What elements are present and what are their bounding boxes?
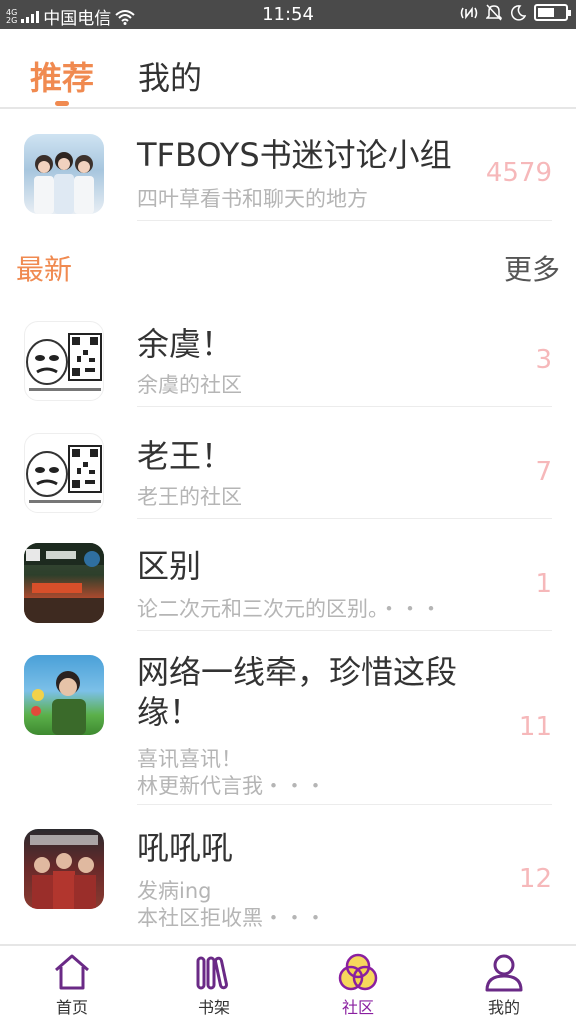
battery-fill: [538, 8, 554, 17]
portrait-photo-image: [31, 671, 86, 735]
community-description: 老王的社区: [137, 485, 242, 509]
bookshelf-icon: [196, 956, 228, 990]
nav-item-bookshelf[interactable]: 书架: [174, 952, 254, 1024]
battery-icon: [534, 4, 571, 21]
featured-community[interactable]: TFBOYS书迷讨论小组 四叶草看书和聊天的地方 4579: [0, 110, 576, 230]
status-bar: 4G 2G 中国电信 11:54: [0, 0, 576, 29]
nav-label: 首页: [55, 998, 88, 1017]
row-divider: [137, 630, 552, 631]
community-count: 1: [535, 569, 552, 599]
community-count: 12: [518, 864, 552, 894]
profile-icon: [485, 954, 523, 992]
community-avatar: [24, 433, 104, 513]
community-avatar: [24, 829, 104, 909]
nav-item-community[interactable]: 社区: [318, 952, 398, 1024]
community-item[interactable]: 网络一线牵，珍惜这段 缘！ 喜讯喜讯！ 林更新代言我・・・ 11: [0, 646, 576, 806]
nav-label: 社区: [341, 998, 374, 1017]
community-count: 11: [518, 712, 552, 742]
community-title: 区别: [137, 547, 202, 585]
community-item[interactable]: 吼吼吼 发病ing 本社区拒收黑・・・ 12: [0, 820, 576, 938]
community-description: 余虞的社区: [137, 373, 242, 397]
team-photo-image: [30, 835, 98, 909]
group-photo-image: [34, 152, 94, 214]
latest-section-header: 最新 更多: [0, 248, 576, 288]
nav-label: 书架: [197, 998, 230, 1017]
status-right: [460, 4, 571, 21]
featured-title: TFBOYS书迷讨论小组: [137, 136, 452, 174]
community-count: 3: [535, 345, 552, 375]
row-divider: [137, 406, 552, 407]
bottom-nav: 首页 书架 社区 我的: [0, 944, 576, 1024]
meme-qr-image: [26, 333, 102, 391]
community-title: 网络一线牵，珍惜这段 缘！: [137, 653, 458, 731]
nav-label: 我的: [487, 998, 520, 1017]
featured-count: 4579: [485, 158, 552, 188]
community-description: 发病ing 本社区拒收黑・・・: [137, 879, 326, 931]
community-avatar: [24, 543, 104, 623]
row-divider: [137, 518, 552, 519]
community-item[interactable]: 区别 论二次元和三次元的区别。・・・ 1: [0, 534, 576, 634]
community-title: 余虞！: [137, 325, 234, 363]
community-avatar: [24, 655, 104, 735]
featured-avatar: [24, 134, 104, 214]
community-item[interactable]: 老王！ 老王的社区 7: [0, 422, 576, 522]
community-description: 论二次元和三次元的区别。・・・: [137, 597, 442, 621]
tab-header: 推荐 我的: [0, 29, 576, 109]
row-divider: [137, 220, 552, 221]
tab-indicator: [55, 101, 69, 106]
meme-qr-image: [26, 445, 102, 503]
tab-recommended[interactable]: 推荐: [30, 53, 94, 99]
nav-item-profile[interactable]: 我的: [464, 952, 544, 1024]
community-avatar: [24, 321, 104, 401]
row-divider: [137, 804, 552, 805]
community-title: 老王！: [137, 437, 234, 475]
community-item[interactable]: 余虞！ 余虞的社区 3: [0, 310, 576, 410]
street-photo-image: [24, 543, 104, 623]
mute-icon: [486, 4, 502, 21]
community-title: 吼吼吼: [137, 829, 234, 867]
community-description: 喜讯喜讯！ 林更新代言我・・・: [137, 747, 326, 799]
nfc-icon: [460, 6, 478, 19]
nav-item-home[interactable]: 首页: [32, 952, 112, 1024]
community-icon: [338, 953, 378, 991]
more-link[interactable]: 更多: [504, 248, 560, 288]
community-screen: 4G 2G 中国电信 11:54 推荐 我的 TFBOYS书迷讨论小组 四叶草看…: [0, 0, 576, 1024]
community-count: 7: [535, 457, 552, 487]
home-icon: [55, 954, 89, 990]
featured-description: 四叶草看书和聊天的地方: [137, 187, 368, 211]
tab-mine[interactable]: 我的: [138, 53, 202, 99]
latest-section-title: 最新: [16, 253, 73, 286]
moon-icon: [510, 4, 526, 21]
